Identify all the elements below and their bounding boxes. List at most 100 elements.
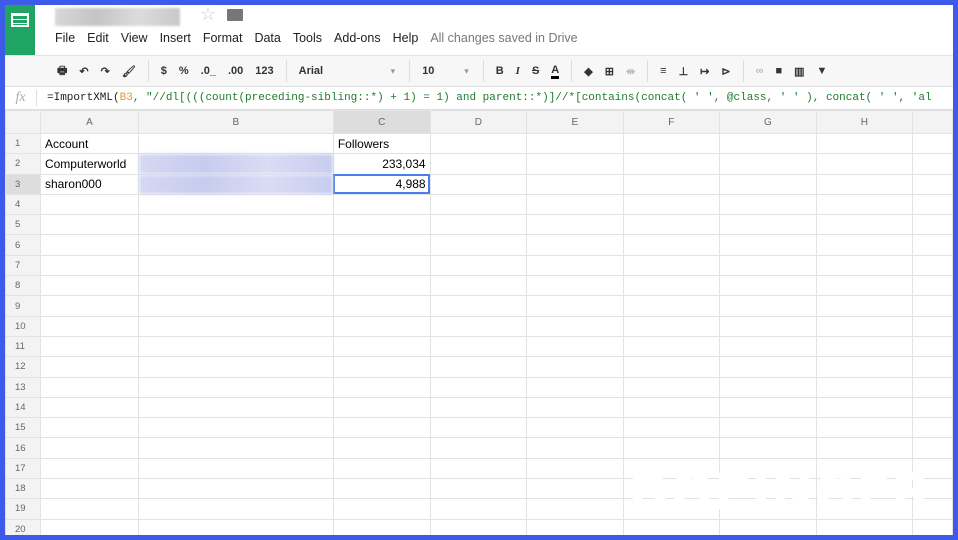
- row-header[interactable]: 11: [5, 335, 41, 358]
- cell-g2[interactable]: [719, 153, 817, 175]
- cell-a3[interactable]: sharon000: [39, 173, 139, 195]
- cell-h4[interactable]: [815, 193, 914, 216]
- comment-icon[interactable]: ■: [775, 65, 782, 77]
- cell-x9[interactable]: [912, 295, 953, 317]
- percent-button[interactable]: %: [179, 65, 189, 77]
- cell-x11[interactable]: [912, 335, 953, 358]
- cell-b9[interactable]: [137, 295, 334, 317]
- cell-e20[interactable]: [526, 518, 624, 535]
- cell-f8[interactable]: [622, 275, 721, 297]
- row-header[interactable]: 20: [5, 518, 41, 535]
- cell-e1[interactable]: [526, 132, 624, 155]
- cell-b5[interactable]: [137, 214, 334, 236]
- cell-x6[interactable]: [912, 234, 953, 256]
- cell-e19[interactable]: [526, 498, 624, 520]
- cell-a13[interactable]: [39, 376, 139, 398]
- cell-e15[interactable]: [526, 417, 624, 439]
- cell-b2[interactable]: [137, 153, 334, 175]
- row-header[interactable]: 2: [5, 153, 41, 175]
- cell-f11[interactable]: [622, 335, 721, 358]
- row-header[interactable]: 17: [5, 457, 41, 480]
- cell-d7[interactable]: [429, 254, 528, 277]
- cell-a18[interactable]: [39, 478, 139, 500]
- cell-h9[interactable]: [815, 295, 914, 317]
- cell-a11[interactable]: [39, 335, 139, 358]
- cell-e18[interactable]: [526, 478, 624, 500]
- row-header[interactable]: 3: [5, 173, 41, 195]
- cell-b20[interactable]: [137, 518, 334, 535]
- cell-c16[interactable]: [332, 437, 431, 459]
- cell-b11[interactable]: [137, 335, 334, 358]
- cell-b12[interactable]: [137, 356, 334, 378]
- column-header-g[interactable]: G: [719, 110, 817, 134]
- cell-a8[interactable]: [39, 275, 139, 297]
- cell-h8[interactable]: [815, 275, 914, 297]
- cell-f6[interactable]: [622, 234, 721, 256]
- merge-cells-icon[interactable]: ⇹: [626, 65, 635, 78]
- cell-f1[interactable]: [622, 132, 721, 155]
- cell-c9[interactable]: [332, 295, 431, 317]
- cell-a17[interactable]: [39, 457, 139, 480]
- row-header[interactable]: 19: [5, 498, 41, 520]
- cell-x15[interactable]: [912, 417, 953, 439]
- cell-a10[interactable]: [39, 315, 139, 337]
- font-dropdown[interactable]: Arial: [299, 65, 379, 77]
- link-icon[interactable]: ∞: [756, 65, 764, 77]
- row-header[interactable]: 8: [5, 275, 41, 297]
- cell-d4[interactable]: [429, 193, 528, 216]
- cell-b15[interactable]: [137, 417, 334, 439]
- menu-tools[interactable]: Tools: [293, 31, 322, 45]
- cell-x3[interactable]: [912, 173, 953, 195]
- cell-h5[interactable]: [815, 214, 914, 236]
- menu-data[interactable]: Data: [254, 31, 280, 45]
- cell-e11[interactable]: [526, 335, 624, 358]
- folder-icon[interactable]: [227, 9, 243, 21]
- cell-x2[interactable]: [912, 153, 953, 175]
- cell-c13[interactable]: [332, 376, 431, 398]
- cell-h13[interactable]: [815, 376, 914, 398]
- cell-d14[interactable]: [429, 396, 528, 419]
- cell-d17[interactable]: [429, 457, 528, 480]
- cell-b7[interactable]: [137, 254, 334, 277]
- cell-b14[interactable]: [137, 396, 334, 419]
- column-header-a[interactable]: A: [39, 110, 139, 134]
- text-rotation-icon[interactable]: ⊳: [721, 65, 730, 78]
- cell-f14[interactable]: [622, 396, 721, 419]
- select-all-corner[interactable]: [5, 110, 41, 134]
- row-header[interactable]: 6: [5, 234, 41, 256]
- cell-g10[interactable]: [719, 315, 817, 337]
- cell-f3[interactable]: [622, 173, 721, 195]
- cell-f7[interactable]: [622, 254, 721, 277]
- cell-f4[interactable]: [622, 193, 721, 216]
- cell-f12[interactable]: [622, 356, 721, 378]
- menu-file[interactable]: File: [55, 31, 75, 45]
- column-header-h[interactable]: H: [815, 110, 914, 134]
- borders-icon[interactable]: ⊞: [605, 65, 614, 78]
- cell-h1[interactable]: [815, 132, 914, 155]
- cell-e10[interactable]: [526, 315, 624, 337]
- cell-a4[interactable]: [39, 193, 139, 216]
- row-header[interactable]: 13: [5, 376, 41, 398]
- cell-a16[interactable]: [39, 437, 139, 459]
- cell-b1[interactable]: [137, 132, 334, 155]
- cell-a2[interactable]: Computerworld: [39, 153, 139, 175]
- cell-d9[interactable]: [429, 295, 528, 317]
- cell-d15[interactable]: [429, 417, 528, 439]
- cell-b8[interactable]: [137, 275, 334, 297]
- cell-f13[interactable]: [622, 376, 721, 398]
- cell-x4[interactable]: [912, 193, 953, 216]
- cell-e3[interactable]: [526, 173, 624, 195]
- cell-c8[interactable]: [332, 275, 431, 297]
- filter-icon[interactable]: ▼: [817, 65, 828, 77]
- cell-x7[interactable]: [912, 254, 953, 277]
- cell-a1[interactable]: Account: [39, 132, 139, 155]
- cell-c18[interactable]: [332, 478, 431, 500]
- cell-c10[interactable]: [332, 315, 431, 337]
- decrease-decimal-button[interactable]: .0_: [201, 65, 216, 77]
- cell-h12[interactable]: [815, 356, 914, 378]
- row-header[interactable]: 18: [5, 478, 41, 500]
- cell-f5[interactable]: [622, 214, 721, 236]
- cell-b10[interactable]: [137, 315, 334, 337]
- cell-b19[interactable]: [137, 498, 334, 520]
- cell-b17[interactable]: [137, 457, 334, 480]
